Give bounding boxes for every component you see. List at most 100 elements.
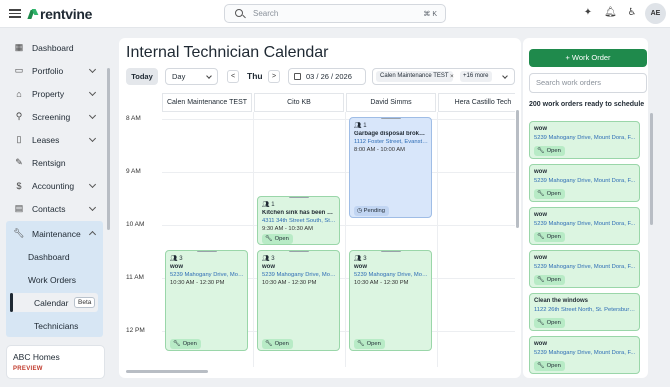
sidebar-item-rentsign[interactable]: ✎ Rentsign — [6, 152, 103, 173]
remove-chip-icon[interactable]: × — [450, 71, 454, 82]
sidebar-item-maintenance[interactable]: 🔧︎ Maintenance — [6, 223, 103, 244]
work-order-title: wow — [534, 212, 547, 218]
event-address[interactable]: 4311 34th Street South, St. Pe... — [262, 218, 336, 224]
work-order-title: wow — [534, 255, 547, 261]
signature-icon: ✎ — [15, 157, 23, 167]
grid-icon: ▦ — [14, 42, 24, 52]
sidebar-item-property[interactable]: ⌂ Property — [6, 83, 103, 104]
work-orders-scrollbar[interactable] — [650, 113, 653, 225]
wrench-icon: 🔧︎ — [13, 228, 25, 238]
calendar-event[interactable]: 👥︎ 1 Kitchen sink has been drain... 4311… — [257, 196, 340, 245]
status-badge: 🔧︎ Open — [262, 339, 293, 349]
home-icon: ⌂ — [16, 88, 22, 99]
work-order-address[interactable]: 5239 Mahogany Drive, Mount Dora, F... — [534, 350, 636, 356]
sidebar-sub-calendar[interactable]: Calendar — [34, 298, 69, 308]
event-time: 10:30 AM - 12:30 PM — [262, 280, 317, 286]
work-order-address[interactable]: 5239 Mahogany Drive, Mount Dora, F... — [534, 221, 636, 227]
time-label: 11 AM — [126, 274, 144, 281]
work-order-address[interactable]: 5239 Mahogany Drive, Mount Dora, F... — [534, 178, 636, 184]
add-work-order-button[interactable]: + Work Order — [529, 49, 647, 67]
vertical-scrollbar[interactable] — [516, 110, 519, 228]
next-day-button[interactable]: > — [268, 70, 280, 83]
sidebar-item-accounting[interactable]: $ Accounting — [6, 175, 103, 196]
event-title: Garbage disposal brokenwoe — [354, 131, 428, 137]
calendar-event[interactable]: 👥︎ 1 Garbage disposal brokenwoe 1112 Fos… — [349, 117, 432, 218]
technician-filter[interactable]: Calen Maintenance TEST × +16 more — [372, 68, 515, 85]
drag-handle[interactable] — [380, 118, 401, 119]
company-switcher[interactable]: ABC Homes PREVIEW — [6, 345, 105, 379]
status-badge: 🔧︎ Open — [262, 234, 293, 244]
sidebar-sub-work-orders[interactable]: Work Orders — [28, 275, 76, 285]
assignee-count: 👥︎ 1 — [354, 123, 367, 129]
event-title: Kitchen sink has been drain... — [262, 210, 336, 216]
hamburger-menu-icon[interactable] — [9, 7, 21, 19]
work-order-search-input[interactable]: Search work orders — [529, 73, 647, 93]
work-order-card[interactable]: wow 5239 Mahogany Drive, Mount Dora, F..… — [529, 336, 640, 374]
event-address[interactable]: 5239 Mahogany Drive, Mou... — [170, 272, 244, 278]
chevron-down-icon — [88, 203, 97, 212]
view-select[interactable]: Day — [165, 68, 218, 85]
accessibility-icon[interactable]: ♿︎ — [626, 7, 638, 19]
column-header: Hera Castillo Tech — [438, 93, 515, 112]
sidebar-item-label: Property — [32, 88, 65, 99]
sidebar-sub-dashboard[interactable]: Dashboard — [28, 252, 70, 262]
calendar-panel: Internal Technician Calendar Today Day <… — [119, 38, 521, 378]
drag-handle[interactable] — [288, 251, 309, 252]
sparkle-icon[interactable]: ✦ — [582, 7, 594, 19]
work-order-card[interactable]: wow 5239 Mahogany Drive, Mount Dora, F..… — [529, 250, 640, 288]
today-button[interactable]: Today — [126, 68, 158, 85]
search-icon — [235, 8, 245, 19]
column-divider — [253, 112, 254, 367]
more-filters-badge: +16 more — [460, 71, 492, 82]
active-indicator — [10, 293, 13, 312]
sidebar-item-dashboard[interactable]: ▦ Dashboard — [6, 37, 103, 58]
status-badge: 🔧︎ Open — [354, 339, 385, 349]
sidebar-scrollbar[interactable] — [107, 68, 110, 230]
work-order-address[interactable]: 5239 Mahogany Drive, Mount Dora, F... — [534, 135, 636, 141]
work-order-card[interactable]: wow 5239 Mahogany Drive, Mount Dora, F..… — [529, 121, 640, 159]
calendar-event[interactable]: 👥︎ 3 wow 5239 Mahogany Drive, Mount... 1… — [349, 250, 432, 351]
global-search[interactable]: Search ⌘ K — [224, 4, 446, 23]
event-address[interactable]: 5239 Mahogany Drive, Mount... — [354, 272, 428, 278]
sidebar-item-label: Portfolio — [32, 65, 64, 76]
work-order-card[interactable]: Clean the windows 1122 26th Street North… — [529, 293, 640, 331]
sidebar-item-portfolio[interactable]: ▭ Portfolio — [6, 60, 103, 81]
drag-handle[interactable] — [196, 251, 217, 252]
date-input[interactable]: 03 / 26 / 2026 — [288, 68, 366, 85]
user-search-icon: ⚲ — [15, 111, 23, 121]
sidebar-item-label: Accounting — [32, 180, 75, 191]
drag-handle[interactable] — [288, 197, 309, 198]
work-order-title: wow — [534, 126, 547, 132]
work-order-card[interactable]: wow 5239 Mahogany Drive, Mount Dora, F..… — [529, 164, 640, 202]
sidebar-item-screening[interactable]: ⚲ Screening — [6, 106, 103, 127]
user-avatar[interactable]: AE — [645, 3, 666, 24]
chevron-down-icon — [502, 73, 508, 79]
event-title: wow — [170, 264, 183, 270]
work-order-address[interactable]: 5239 Mahogany Drive, Mount Dora, F... — [534, 264, 636, 270]
brand-logo[interactable]: rentvine — [28, 5, 92, 23]
event-address[interactable]: 1112 Foster Street, Evanston,... — [354, 139, 428, 145]
event-time: 8:00 AM - 10:00 AM — [354, 147, 405, 153]
calendar-event[interactable]: 👥︎ 3 wow 5239 Mahogany Drive, Mou... 10:… — [165, 250, 248, 351]
event-address[interactable]: 5239 Mahogany Drive, Mount... — [262, 272, 336, 278]
sidebar-item-contacts[interactable]: ▤ Contacts — [6, 198, 103, 219]
date-value: 03 / 26 / 2026 — [306, 72, 352, 81]
sidebar-item-leases[interactable]: ▯ Leases — [6, 129, 103, 150]
column-divider — [345, 112, 346, 367]
chevron-down-icon — [88, 111, 97, 120]
horizontal-scrollbar[interactable] — [126, 370, 208, 373]
work-order-address[interactable]: 1122 26th Street North, St. Petersburg..… — [534, 307, 636, 313]
status-badge: 🔧︎ Open — [534, 232, 565, 242]
work-orders-panel: + Work Order Search work orders 200 work… — [523, 38, 648, 378]
drag-handle[interactable] — [380, 251, 401, 252]
calendar-event[interactable]: 👥︎ 3 wow 5239 Mahogany Drive, Mount... 1… — [257, 250, 340, 351]
status-badge: 🔧︎ Open — [534, 275, 565, 285]
time-label: 9 AM — [126, 168, 141, 175]
prev-day-button[interactable]: < — [227, 70, 239, 83]
work-order-card[interactable]: wow 5239 Mahogany Drive, Mount Dora, F..… — [529, 207, 640, 245]
status-badge: 🔧︎ Open — [534, 318, 565, 328]
ready-count-text: 200 work orders ready to schedule — [529, 101, 645, 108]
bell-icon[interactable]: 🔔︎ — [604, 7, 617, 19]
event-title: wow — [354, 264, 367, 270]
sidebar-sub-technicians[interactable]: Technicians — [34, 321, 78, 331]
